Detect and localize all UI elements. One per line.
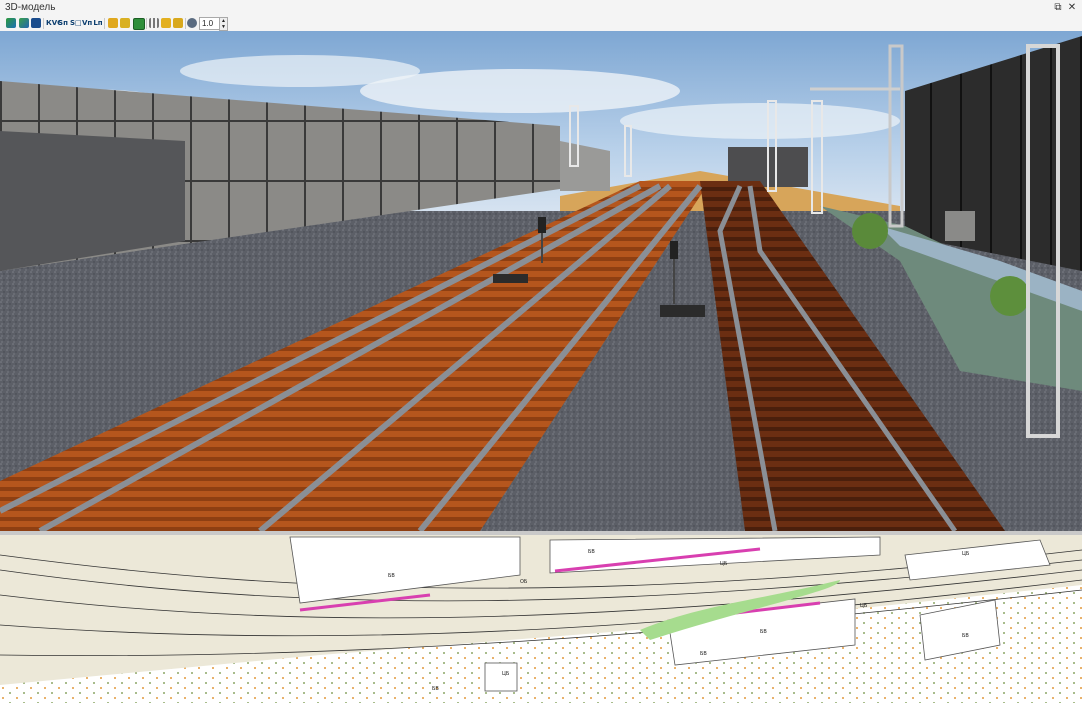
signal-post: [541, 233, 543, 263]
map-label: ЦБ: [962, 551, 970, 557]
map-label: БВ: [388, 573, 395, 579]
map-label: БВ: [962, 633, 969, 639]
s-area-button[interactable]: S□: [70, 17, 82, 29]
grid-icon[interactable]: [31, 18, 41, 28]
signal-post: [673, 259, 675, 304]
layers-icon[interactable]: [19, 18, 29, 28]
track-marker: [493, 274, 528, 283]
signal: [670, 241, 678, 259]
cloud: [620, 103, 900, 139]
eye-icon[interactable]: [120, 18, 130, 28]
signal: [538, 217, 546, 233]
map-building: [484, 662, 518, 692]
tree: [852, 213, 888, 249]
map-canvas: БВ ОБ БВ ЦБ БВ БВ ЦБ ЦБ БВ БВ ЦБ: [0, 535, 1082, 703]
map-label: БВ: [700, 651, 707, 657]
spin-down-icon[interactable]: ▼: [220, 24, 227, 30]
toolbar-separator: [185, 18, 186, 29]
kvs-button[interactable]: КVС: [46, 17, 62, 29]
cloud: [180, 55, 420, 87]
restore-button[interactable]: ⧉: [1052, 1, 1064, 14]
zoom-input[interactable]: 1.0: [199, 17, 221, 30]
map-label: ЦБ: [860, 603, 868, 609]
close-button[interactable]: ✕: [1066, 1, 1078, 14]
gear-icon[interactable]: [187, 18, 197, 28]
l-button[interactable]: Lп: [93, 17, 103, 29]
window-title: 3D-модель: [5, 2, 56, 13]
track-icon[interactable]: [161, 18, 171, 28]
map-label: ЦБ: [502, 671, 510, 677]
toolbar-separator: [43, 18, 44, 29]
toolbar-separator: [146, 18, 147, 29]
toolbar-separator: [104, 18, 105, 29]
map-icon[interactable]: [133, 18, 145, 30]
tank: [945, 211, 975, 241]
layer-icon[interactable]: [173, 18, 183, 28]
track-marker: [660, 305, 705, 317]
route-icon[interactable]: [149, 18, 159, 28]
map-view[interactable]: БВ ОБ БВ ЦБ БВ БВ ЦБ ЦБ БВ БВ ЦБ: [0, 535, 1082, 703]
toolbar: КVС Sп S□ Vп Lп 1.0 ▲ ▼: [0, 16, 1082, 32]
map-label: БВ: [588, 549, 595, 555]
3d-scene: [0, 31, 1082, 531]
tree: [990, 276, 1030, 316]
map-label: БВ: [432, 686, 439, 692]
window-titlebar: 3D-модель ⧉ ✕: [0, 0, 1082, 17]
rotate-view-icon[interactable]: [6, 18, 16, 28]
map-label: ЦБ: [720, 561, 728, 567]
map-label: БВ: [760, 629, 767, 635]
zoom-spinner[interactable]: ▲ ▼: [219, 17, 228, 31]
3d-viewport[interactable]: [0, 31, 1082, 531]
v-button[interactable]: Vп: [82, 17, 92, 29]
map-label: ОБ: [520, 579, 528, 585]
s-button[interactable]: Sп: [58, 17, 68, 29]
camera-icon[interactable]: [108, 18, 118, 28]
